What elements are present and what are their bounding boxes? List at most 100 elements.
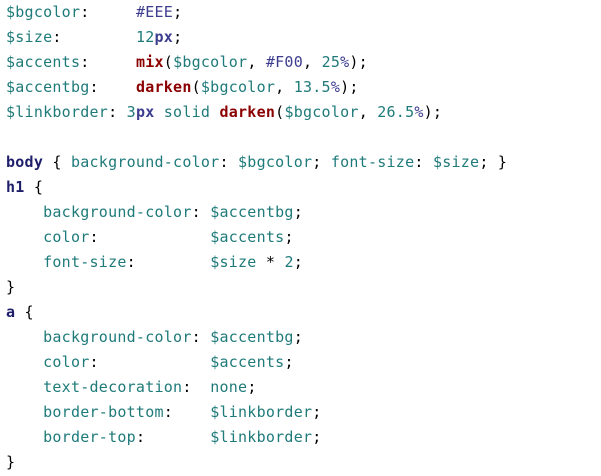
code-token-num: 26.5 bbox=[377, 103, 415, 121]
code-line: $accentbg: darken($bgcolor, 13.5%); bbox=[6, 75, 507, 100]
code-token-punc: : bbox=[80, 3, 136, 21]
code-token-prop: text-decoration bbox=[43, 378, 183, 396]
code-token-var: $accentbg bbox=[210, 203, 294, 221]
code-token-punc: { bbox=[24, 178, 44, 196]
code-token-var: $accents bbox=[6, 53, 81, 71]
code-token-prop: font-size bbox=[330, 153, 415, 171]
code-token-ws bbox=[6, 428, 43, 446]
code-token-punc: ; bbox=[173, 28, 183, 46]
code-token-sel: h1 bbox=[6, 178, 25, 196]
code-token-punc: ( bbox=[191, 78, 201, 96]
code-token-var: $linkborder bbox=[210, 403, 313, 421]
code-token-var: $size bbox=[432, 153, 480, 171]
code-token-prop: color bbox=[43, 353, 90, 371]
code-token-prop: border-top bbox=[43, 428, 136, 446]
code-token-punc: ; bbox=[312, 428, 322, 446]
code-token-punc: : bbox=[191, 328, 211, 346]
code-token-fn: mix bbox=[135, 53, 164, 71]
code-token-var: $accentbg bbox=[6, 78, 90, 96]
code-token-punc: , bbox=[247, 53, 266, 71]
code-token-kw: none bbox=[210, 378, 248, 396]
code-token-ws bbox=[6, 228, 43, 246]
code-token-punc: : bbox=[126, 253, 211, 271]
code-token-num: 12 bbox=[135, 28, 155, 46]
code-line: a { bbox=[6, 300, 507, 325]
code-token-num: 13.5 bbox=[293, 78, 331, 96]
code-line: h1 { bbox=[6, 175, 507, 200]
code-token-ws bbox=[6, 403, 43, 421]
code-token-var: $accents bbox=[210, 228, 285, 246]
code-token-var: $bgcolor bbox=[6, 3, 81, 21]
code-token-punc: , bbox=[358, 103, 378, 121]
code-token-punc: { bbox=[43, 153, 71, 171]
code-token-punc: } bbox=[6, 453, 16, 471]
code-line: color: $accents; bbox=[6, 350, 507, 375]
code-token-punc: ; bbox=[312, 153, 331, 171]
code-token-kw: solid bbox=[154, 103, 220, 121]
code-token-punc: ; bbox=[293, 253, 303, 271]
code-token-ws bbox=[6, 253, 43, 271]
scss-code-block: $bgcolor: #EEE; $size: 12px; $accents: mix… bbox=[6, 0, 507, 475]
code-token-punc: ; bbox=[293, 203, 303, 221]
code-token-punc: : bbox=[163, 403, 211, 421]
code-token-fn: darken bbox=[135, 78, 192, 96]
code-line: border-bottom: $linkborder; bbox=[6, 400, 507, 425]
code-token-punc: ; bbox=[293, 328, 303, 346]
code-token-prop: background-color bbox=[43, 328, 192, 346]
code-line: text-decoration: none; bbox=[6, 375, 507, 400]
code-token-punc: ( bbox=[163, 53, 174, 71]
code-token-prop: background-color bbox=[70, 153, 220, 171]
code-token-var: $bgcolor bbox=[238, 153, 313, 171]
code-token-var: $linkborder bbox=[210, 428, 313, 446]
code-token-punc: } bbox=[6, 278, 16, 296]
code-token-punc: : bbox=[182, 378, 211, 396]
code-token-sel: a bbox=[6, 303, 16, 321]
code-line: $size: 12px; bbox=[6, 25, 507, 50]
code-token-prop: border-bottom bbox=[43, 403, 164, 421]
code-token-punc: ); bbox=[423, 103, 443, 121]
code-token-punc: ); bbox=[349, 53, 368, 71]
code-token-hex: #F00 bbox=[265, 53, 303, 71]
code-token-unit: px bbox=[135, 103, 155, 121]
code-token-ws bbox=[6, 378, 43, 396]
code-token-hex: #EEE bbox=[135, 3, 174, 21]
code-token-num: 2 bbox=[284, 253, 294, 271]
code-token-punc: ); bbox=[340, 78, 359, 96]
code-line: $bgcolor: #EEE; bbox=[6, 0, 507, 25]
code-token-prop: background-color bbox=[43, 203, 192, 221]
code-token-var: $bgcolor bbox=[200, 78, 276, 96]
code-line: $linkborder: 3px solid darken($bgcolor, … bbox=[6, 100, 507, 125]
code-token-unit: px bbox=[154, 28, 174, 46]
code-token-pct: % bbox=[414, 103, 424, 121]
code-token-punc: : bbox=[219, 153, 239, 171]
code-token-punc: ; bbox=[247, 378, 257, 396]
code-token-num: 25 bbox=[321, 53, 341, 71]
code-token-var: $accentbg bbox=[210, 328, 294, 346]
code-token-punc: ; bbox=[173, 3, 183, 21]
code-token-var: $size bbox=[210, 253, 257, 271]
code-token-punc: ; bbox=[284, 228, 294, 246]
code-token-ws bbox=[6, 203, 43, 221]
code-token-ws bbox=[6, 353, 43, 371]
code-token-var: $bgcolor bbox=[173, 53, 248, 71]
code-token-punc: : bbox=[89, 228, 211, 246]
code-viewer: $bgcolor: #EEE; $size: 12px; $accents: mix… bbox=[0, 0, 601, 476]
code-token-punc: : bbox=[52, 28, 136, 46]
code-token-punc: ; bbox=[284, 353, 294, 371]
code-token-punc: : bbox=[89, 78, 136, 96]
code-token-ws bbox=[6, 328, 43, 346]
code-token-op: * bbox=[256, 253, 285, 271]
code-token-num: 3 bbox=[126, 103, 136, 121]
code-line: } bbox=[6, 450, 507, 475]
code-token-pct: % bbox=[330, 78, 341, 96]
code-token-punc: , bbox=[303, 53, 322, 71]
code-token-punc: { bbox=[15, 303, 34, 321]
code-token-punc: ; bbox=[312, 403, 322, 421]
code-token-punc: : bbox=[89, 353, 211, 371]
code-line: background-color: $accentbg; bbox=[6, 325, 507, 350]
code-token-var: $size bbox=[6, 28, 53, 46]
code-token-punc: : bbox=[414, 153, 433, 171]
code-token-var: $accents bbox=[210, 353, 285, 371]
code-token-fn: darken bbox=[219, 103, 276, 121]
code-token-punc: ; } bbox=[479, 153, 508, 171]
